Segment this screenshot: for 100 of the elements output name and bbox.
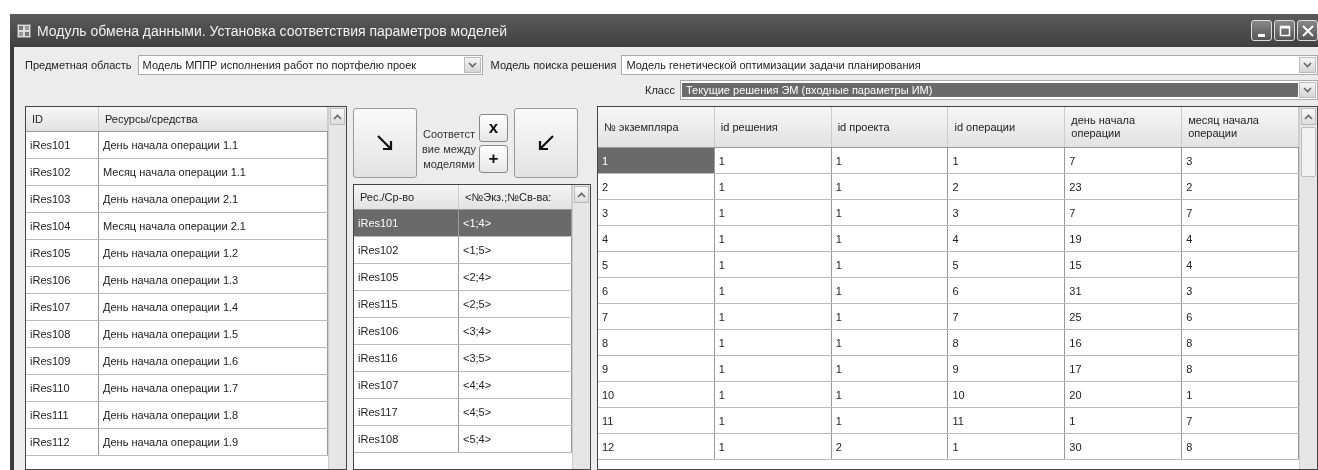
- column-header[interactable]: id проекта: [831, 107, 949, 147]
- scrollbar[interactable]: [328, 107, 346, 469]
- table-row[interactable]: iRes108 <5;4>: [354, 426, 572, 453]
- table-cell: 1: [948, 434, 1066, 459]
- class-dropdown[interactable]: Текущие решения ЭМ (входные параметры ИМ): [680, 80, 1318, 100]
- column-header[interactable]: месяц начала операции: [1182, 107, 1299, 147]
- table-cell: 12: [598, 434, 715, 459]
- close-icon: [1301, 24, 1314, 37]
- table-cell: 2: [831, 434, 949, 459]
- scroll-up-icon: [333, 113, 342, 120]
- minimize-icon: [1258, 33, 1265, 37]
- table-cell: iRes103: [26, 186, 99, 212]
- column-header[interactable]: id операции: [948, 107, 1066, 147]
- table-cell: 11: [948, 408, 1066, 433]
- table-cell: 1: [714, 408, 832, 433]
- table-cell: iRes108: [26, 321, 99, 347]
- table-cell: 7: [1182, 408, 1299, 433]
- table-cell: 25: [1065, 304, 1183, 329]
- table-cell: iRes111: [26, 402, 99, 428]
- window-icon: [17, 23, 31, 38]
- table-cell: 1: [714, 434, 832, 459]
- subject-area-dropdown[interactable]: Модель МППР исполнения работ по портфелю проек: [137, 55, 483, 75]
- table-cell: 1: [714, 148, 832, 173]
- table-cell: 4: [1182, 252, 1299, 277]
- arrow-down-right-icon: [376, 134, 394, 152]
- table-cell: 16: [1065, 330, 1183, 355]
- window-title: Модуль обмена данными. Установка соответствия параметров моделей: [37, 22, 508, 39]
- apply-mapping-arrow-button[interactable]: [514, 108, 578, 178]
- table-cell: 7: [1182, 200, 1299, 225]
- table-cell: 1: [714, 356, 832, 381]
- table-cell: 4: [1182, 226, 1299, 251]
- scrollbar[interactable]: [572, 185, 590, 469]
- table-row[interactable]: iRes101 <1;4>: [354, 210, 572, 237]
- table-cell: 1: [831, 330, 949, 355]
- table-cell: 15: [1065, 252, 1183, 277]
- table-cell: 7: [598, 304, 715, 329]
- table-cell: iRes101: [26, 132, 99, 158]
- table-row[interactable]: iRes105 <2;4>: [354, 264, 572, 291]
- table-cell: 1: [598, 148, 715, 173]
- table-row[interactable]: iRes115 <2;5>: [354, 291, 572, 318]
- arrow-down-left-icon: [537, 134, 555, 152]
- table-cell: 1: [714, 278, 832, 303]
- column-header[interactable]: Рес./Ср-во: [354, 185, 459, 209]
- table-row[interactable]: iRes117 <4;5>: [354, 399, 572, 426]
- table-cell: 1: [831, 148, 949, 173]
- column-header[interactable]: id решения: [714, 107, 832, 147]
- column-header[interactable]: ID: [26, 107, 99, 131]
- table-cell: 5: [598, 252, 715, 277]
- table-cell: 8: [598, 330, 715, 355]
- scroll-up-icon: [577, 191, 586, 198]
- table-cell: iRes110: [26, 375, 99, 401]
- table-cell: 1: [831, 200, 949, 225]
- table-cell: 9: [948, 356, 1066, 381]
- maximize-button[interactable]: [1274, 20, 1295, 41]
- table-cell: 20: [1065, 382, 1183, 407]
- table-cell: 1: [714, 304, 832, 329]
- scrollbar[interactable]: [1299, 107, 1317, 469]
- table-cell: 7: [1065, 200, 1183, 225]
- field-label: Модель поиска решения: [490, 59, 617, 71]
- search-model-dropdown[interactable]: Модель генетической оптимизации задачи планирования: [621, 55, 1318, 75]
- table-cell: 1: [831, 252, 949, 277]
- table-cell: 1: [831, 356, 949, 381]
- table-cell: iRes107: [26, 294, 99, 320]
- close-button[interactable]: [1297, 20, 1318, 41]
- table-cell: 1: [714, 252, 832, 277]
- table-cell: 17: [1065, 356, 1183, 381]
- table-row[interactable]: iRes116 <3;5>: [354, 345, 572, 372]
- table-cell: 1: [714, 174, 832, 199]
- table-cell: 10: [598, 382, 715, 407]
- table-cell: 8: [948, 330, 1066, 355]
- table-row[interactable]: iRes102 <1;5>: [354, 237, 572, 264]
- column-header[interactable]: день начала операции: [1065, 107, 1183, 147]
- table-cell: 11: [598, 408, 715, 433]
- maximize-icon: [1278, 24, 1291, 37]
- table-cell: 1: [714, 382, 832, 407]
- table-cell: 1: [1065, 408, 1183, 433]
- table-cell: 31: [1065, 278, 1183, 303]
- table-cell: iRes104: [26, 213, 99, 239]
- table-cell: 1: [831, 174, 949, 199]
- scrollbar-thumb[interactable]: [1301, 127, 1316, 177]
- minimize-button[interactable]: [1251, 20, 1272, 41]
- add-button[interactable]: +: [479, 144, 508, 173]
- table-cell: iRes102: [26, 159, 99, 185]
- table-row[interactable]: iRes107 <4;4>: [354, 372, 572, 399]
- table-cell: 3: [1182, 278, 1299, 303]
- add-mapping-arrow-button[interactable]: [353, 108, 417, 178]
- table-cell: 4: [948, 226, 1066, 251]
- field-label: Предметная область: [25, 59, 132, 71]
- remove-button[interactable]: x: [479, 113, 508, 142]
- table-cell: 19: [1065, 226, 1183, 251]
- table-cell: 3: [598, 200, 715, 225]
- table-cell: 1: [831, 278, 949, 303]
- column-header[interactable]: № экземпляра: [598, 107, 715, 147]
- table-cell: 1: [831, 408, 949, 433]
- table-cell: 6: [948, 278, 1066, 303]
- table-cell: 7: [1065, 148, 1183, 173]
- table-row[interactable]: iRes106 <3;4>: [354, 318, 572, 345]
- table-cell: 1: [831, 382, 949, 407]
- table-cell: 23: [1065, 174, 1183, 199]
- table-cell: 2: [948, 174, 1066, 199]
